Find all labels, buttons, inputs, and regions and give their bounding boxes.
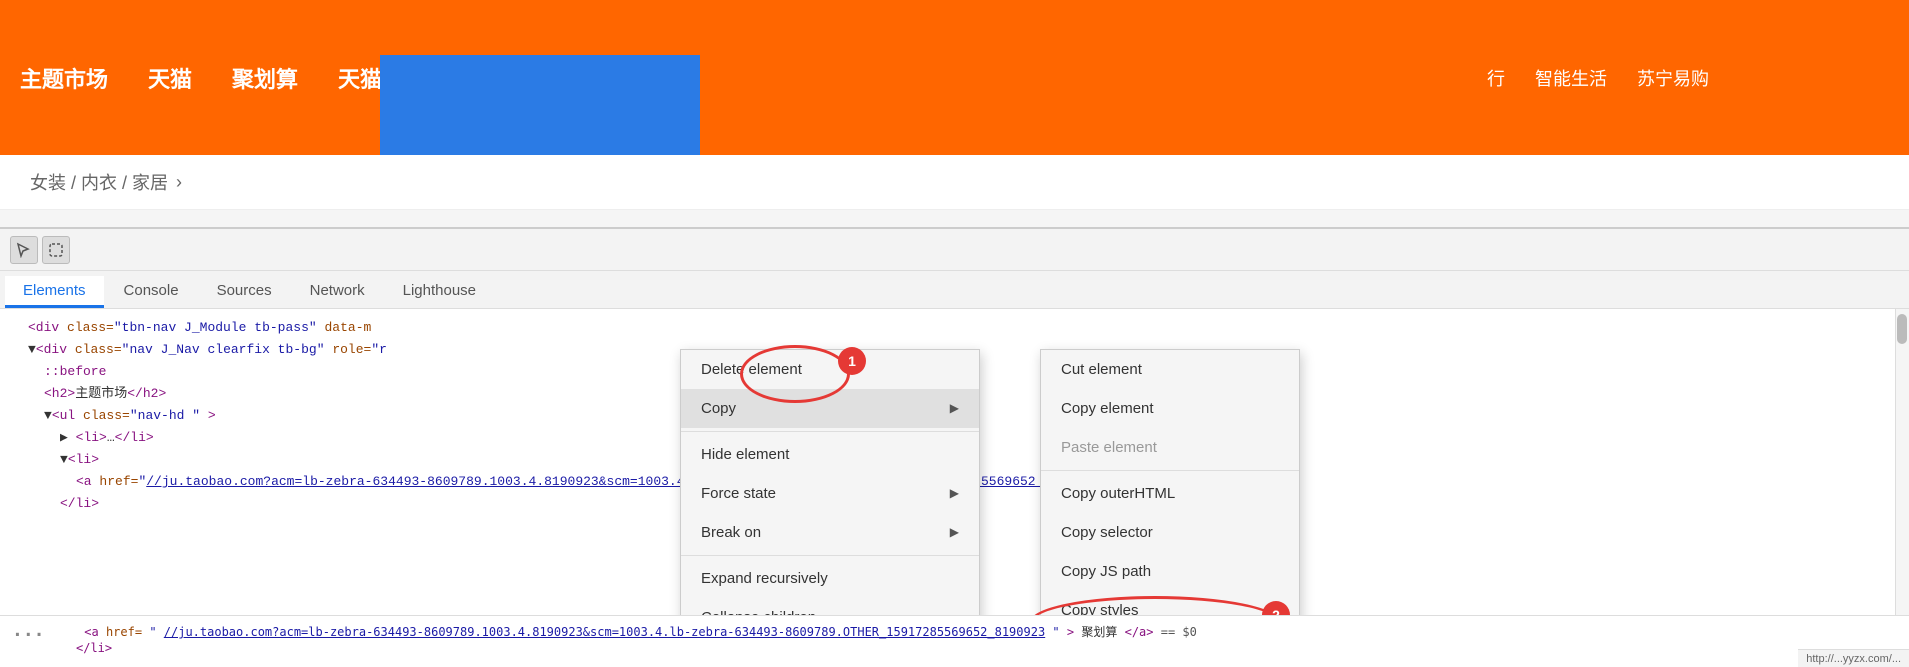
devtools-panel: Elements Console Sources Network Lightho… — [0, 227, 1909, 667]
cursor-tool-button[interactable] — [10, 236, 38, 264]
nav-zhuti[interactable]: 主题市场 — [20, 62, 108, 94]
submenu-item-cut-element[interactable]: Cut element — [1041, 350, 1299, 389]
breadcrumb-arrow: › — [176, 172, 182, 193]
website-secondary-nav: 行 智能生活 苏宁易购 — [1487, 65, 1709, 91]
context-menu-primary[interactable]: Delete element Copy ▶ Hide element Force… — [680, 349, 980, 615]
nav-tianmao[interactable]: 天猫 — [148, 62, 192, 94]
tab-console[interactable]: Console — [106, 276, 197, 308]
menu-separator-4 — [1041, 470, 1299, 471]
submenu-item-paste-element: Paste element — [1041, 428, 1299, 467]
three-dots[interactable]: ... — [12, 620, 55, 641]
menu-item-expand[interactable]: Expand recursively — [681, 559, 979, 598]
breadcrumb-text: 女装 / 内衣 / 家居 — [30, 169, 168, 195]
menu-item-collapse[interactable]: Collapse children — [681, 598, 979, 615]
blue-banner — [380, 55, 700, 155]
submenu-item-copy-jspath[interactable]: Copy JS path — [1041, 552, 1299, 591]
break-on-arrow-icon: ▶ — [950, 524, 959, 541]
tab-network[interactable]: Network — [292, 276, 383, 308]
tab-lighthouse[interactable]: Lighthouse — [385, 276, 494, 308]
nav-xing[interactable]: 行 — [1487, 65, 1505, 91]
copy-arrow-icon: ▶ — [950, 400, 959, 417]
nav-suning[interactable]: 苏宁易购 — [1637, 65, 1709, 91]
website-nav: 主题市场 天猫 聚划算 天猫超市 — [20, 62, 426, 94]
nav-juhuasuan[interactable]: 聚划算 — [232, 62, 298, 94]
menu-separator-1 — [681, 431, 979, 432]
devtools-content: <div class="tbn-nav J_Module tb-pass" da… — [0, 309, 1909, 615]
scrollbar[interactable] — [1895, 309, 1909, 615]
context-menu-copy-submenu[interactable]: Cut element Copy element Paste element C… — [1040, 349, 1300, 615]
status-url: http://...yyzx.com/... — [1806, 653, 1901, 665]
website-breadcrumb: 女装 / 内衣 / 家居 › — [0, 155, 1909, 210]
submenu-item-copy-selector[interactable]: Copy selector — [1041, 513, 1299, 552]
submenu-item-copy-element[interactable]: Copy element — [1041, 389, 1299, 428]
menu-item-break-on[interactable]: Break on ▶ — [681, 513, 979, 552]
menu-item-hide-element[interactable]: Hide element — [681, 435, 979, 474]
status-bar: http://...yyzx.com/... — [1798, 649, 1909, 667]
tab-sources[interactable]: Sources — [199, 276, 290, 308]
website-top: 主题市场 天猫 聚划算 天猫超市 行 智能生活 苏宁易购 — [0, 0, 1909, 155]
nav-zhineng[interactable]: 智能生活 — [1535, 65, 1607, 91]
scrollbar-thumb[interactable] — [1897, 314, 1907, 344]
force-state-arrow-icon: ▶ — [950, 485, 959, 502]
devtools-tabs-bar: Elements Console Sources Network Lightho… — [0, 271, 1909, 309]
tab-elements[interactable]: Elements — [5, 276, 104, 308]
menu-item-force-state[interactable]: Force state ▶ — [681, 474, 979, 513]
devtools-bottom-bar: ... <a href= " //ju.taobao.com?acm=lb-ze… — [0, 615, 1909, 667]
html-line-1: <div class="tbn-nav J_Module tb-pass" da… — [12, 317, 1897, 339]
menu-separator-2 — [681, 555, 979, 556]
menu-item-copy[interactable]: Copy ▶ — [681, 389, 979, 428]
box-select-button[interactable] — [42, 236, 70, 264]
devtools-toolbar — [0, 229, 1909, 271]
submenu-item-copy-styles[interactable]: Copy styles — [1041, 591, 1299, 615]
menu-item-delete-element[interactable]: Delete element — [681, 350, 979, 389]
submenu-item-copy-outerhtml[interactable]: Copy outerHTML — [1041, 474, 1299, 513]
